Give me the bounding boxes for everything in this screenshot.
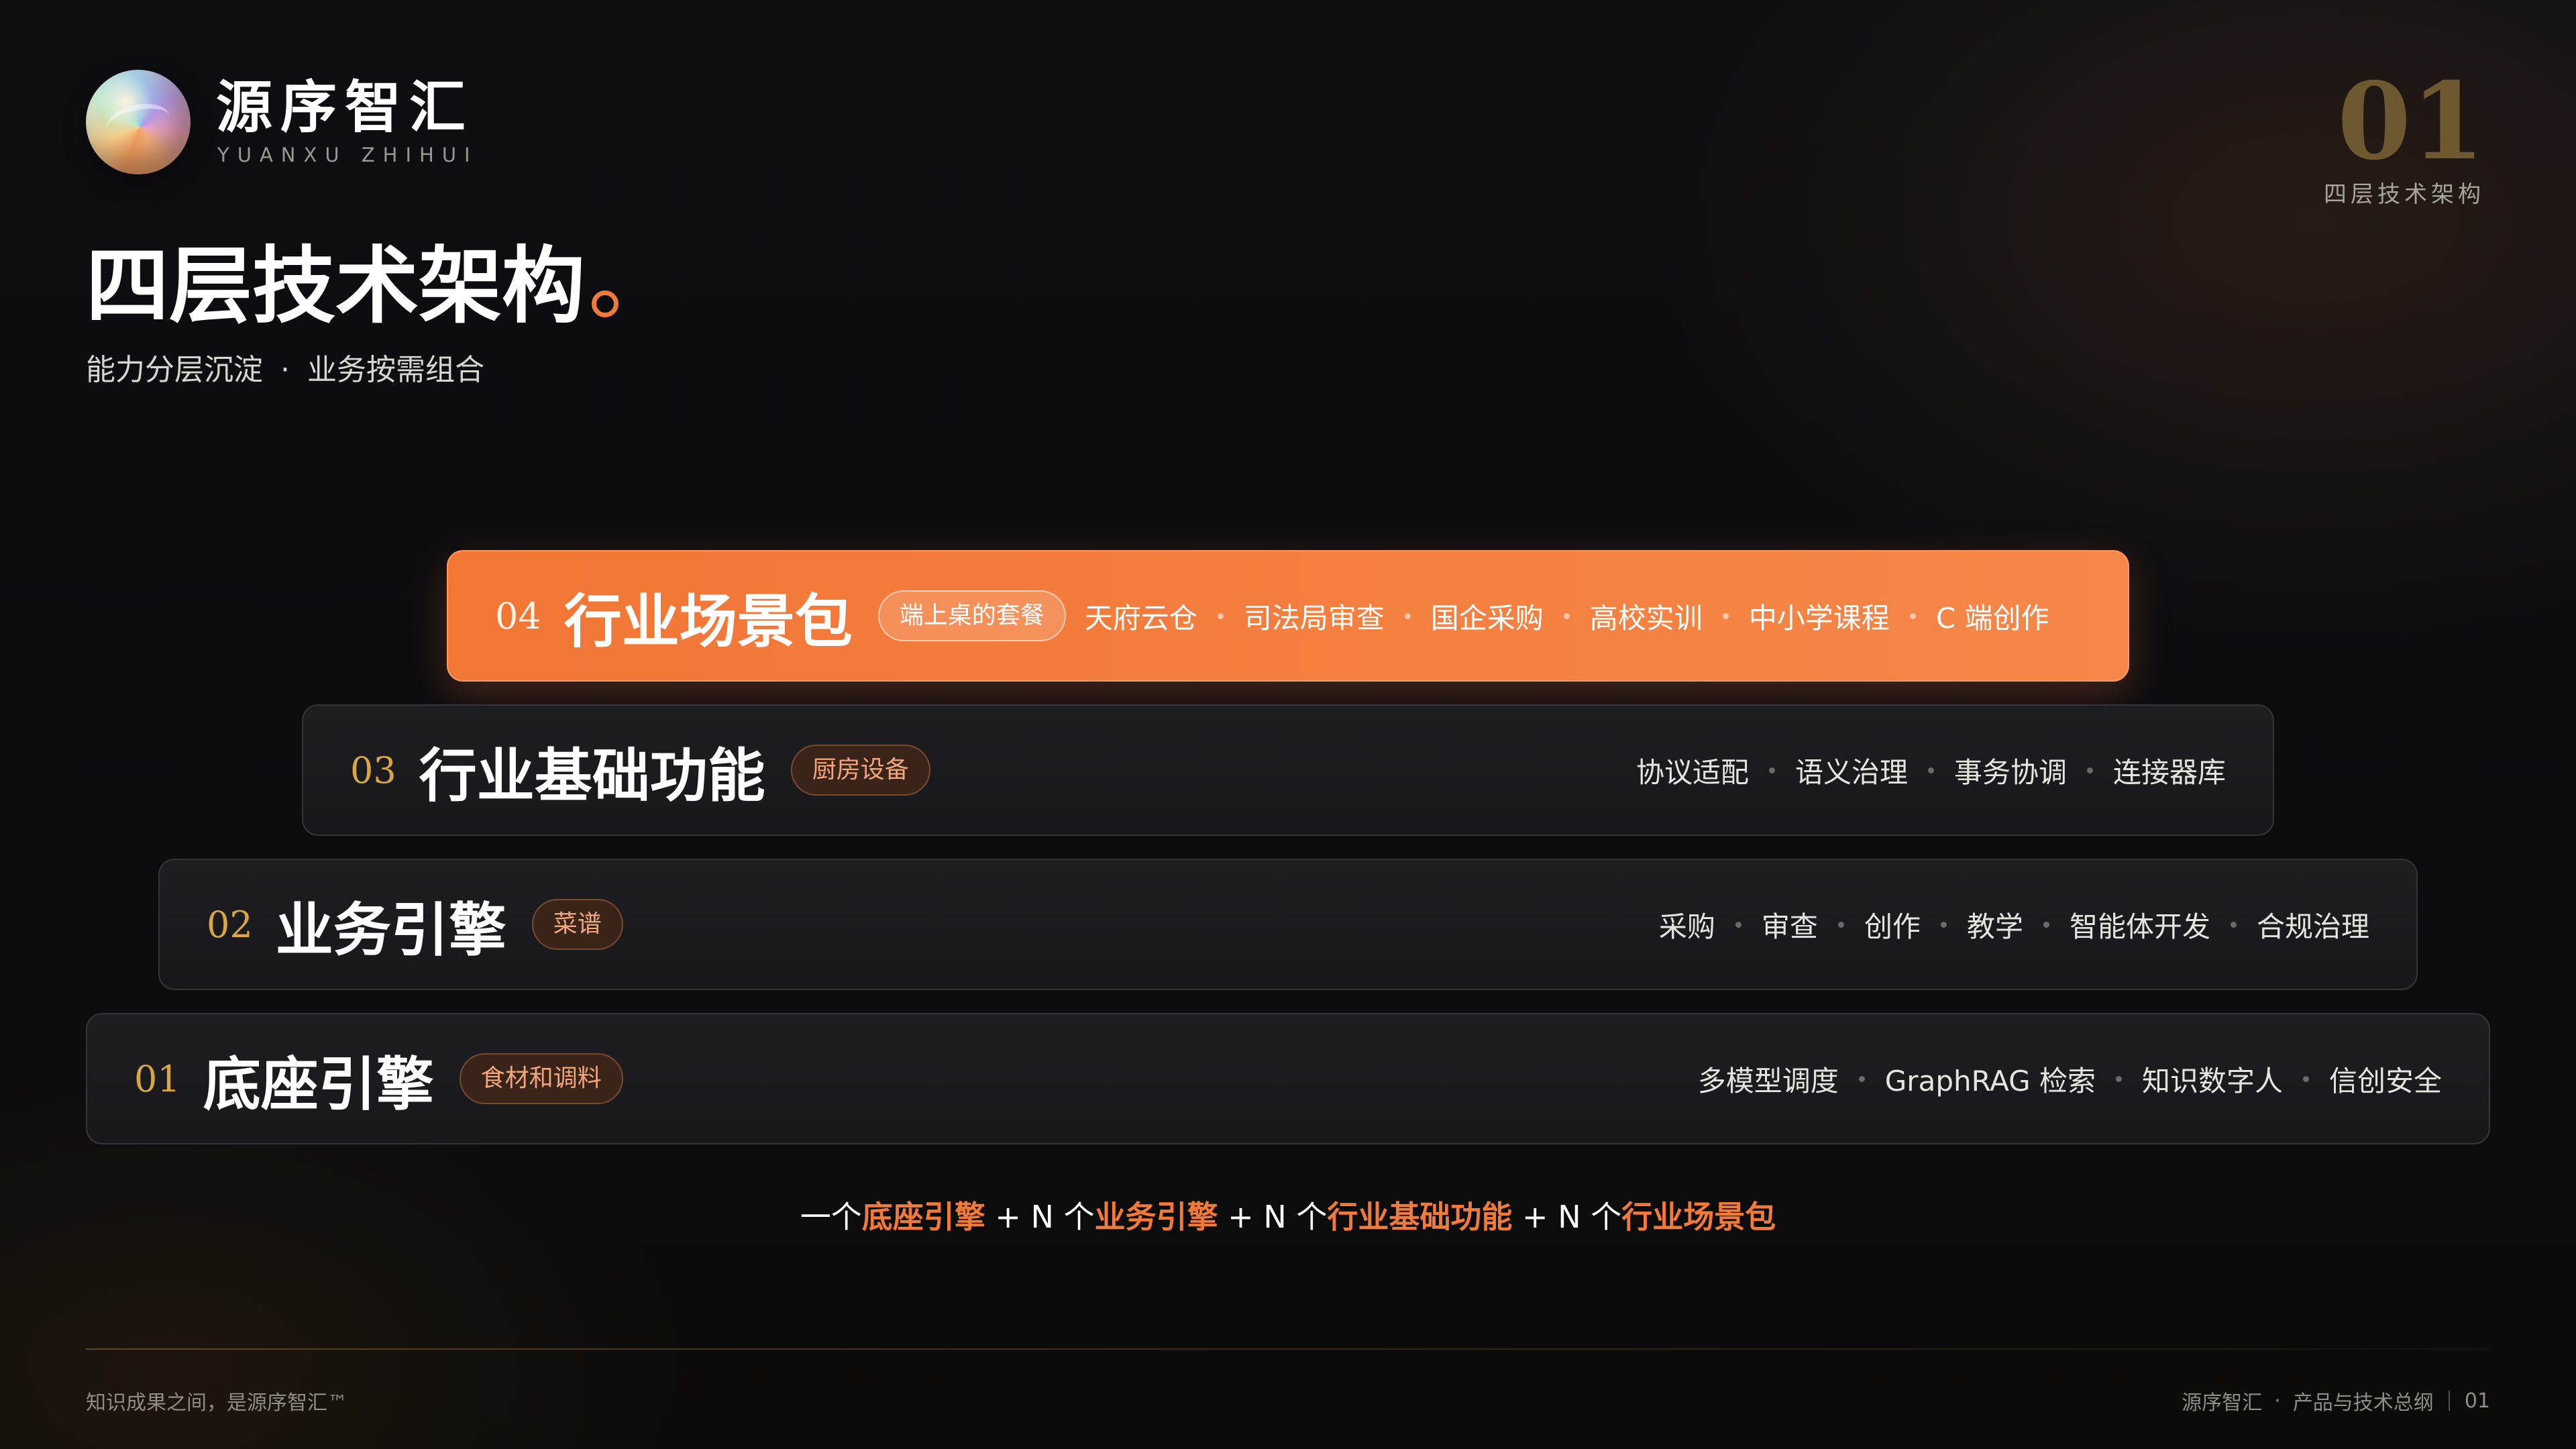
subtitle-separator: · (280, 353, 290, 387)
layer-04-scenario-pack: 04 行业场景包 端上桌的套餐 天府云仓 司法局审查 国企采购 高校实训 中小学… (447, 550, 2129, 682)
layer-tag: 菜谱 (531, 899, 623, 950)
layer-item: 高校实训 (1589, 601, 1703, 635)
subtitle-left: 能力分层沉淀 (86, 353, 263, 387)
layer-item: 教学 (1966, 910, 2023, 943)
subtitle-right: 业务按需组合 (307, 353, 484, 387)
layer-name: 行业基础功能 (419, 741, 765, 810)
formula-text: + N 个 (1218, 1199, 1328, 1235)
dot-separator-icon (1217, 612, 1224, 619)
layer-item: 信创安全 (2328, 1064, 2442, 1097)
layer-item: 中小学课程 (1748, 601, 1890, 635)
brand-name: 源序智汇 (216, 74, 474, 140)
page-section-label: 四层技术架构 (2324, 181, 2485, 208)
layer-tag: 厨房设备 (790, 745, 930, 796)
layer-item: 国企采购 (1430, 601, 1544, 635)
page-number: 01 (2337, 60, 2485, 184)
layer-item: 采购 (1658, 910, 1715, 943)
dot-separator-icon (1927, 767, 1934, 773)
layer-number: 04 (495, 594, 541, 637)
footer-brand: 源序智汇 (2182, 1391, 2263, 1415)
page-title-text: 四层技术架构 (86, 237, 586, 335)
formula-highlight: 行业场景包 (1621, 1199, 1776, 1235)
footer-doc-title: 产品与技术总纲 (2292, 1391, 2434, 1415)
dot-separator-icon (1909, 612, 1916, 619)
layer-item: 协议适配 (1635, 755, 1749, 789)
dot-separator-icon (1768, 767, 1775, 773)
formula-highlight: 底座引擎 (861, 1199, 985, 1235)
page-title: 四层技术架构 (86, 236, 619, 337)
layer-item: 智能体开发 (2069, 910, 2210, 943)
layer-item: 多模型调度 (1697, 1064, 1839, 1097)
layer-item: C 端创作 (1935, 601, 2049, 635)
dot-separator-icon (1858, 1075, 1865, 1082)
layer-03-industry-base: 03 行业基础功能 厨房设备 协议适配 语义治理 事务协调 连接器库 (302, 704, 2274, 836)
page-subtitle: 能力分层沉淀 · 业务按需组合 (86, 350, 484, 390)
layer-item: 司法局审查 (1243, 601, 1385, 635)
dot-separator-icon (1722, 612, 1729, 619)
formula-highlight: 业务引擎 (1094, 1199, 1218, 1235)
formula-text: + N 个 (985, 1199, 1095, 1235)
layer-item: 连接器库 (2112, 755, 2226, 789)
dot-separator-icon (2086, 767, 2093, 773)
layer-name: 业务引擎 (275, 896, 506, 964)
dot-separator-icon (1563, 612, 1570, 619)
layer-items: 采购 审查 创作 教学 智能体开发 合规治理 (1659, 904, 2369, 945)
layer-number: 01 (134, 1057, 180, 1100)
layer-number: 03 (350, 749, 396, 792)
title-dot-icon (592, 290, 619, 317)
layer-item: 事务协调 (1953, 755, 2067, 789)
layer-name: 底座引擎 (203, 1050, 434, 1118)
formula-text: 一个 (800, 1199, 862, 1235)
formula-text: + N 个 (1512, 1199, 1622, 1235)
layer-item: GraphRAG 检索 (1884, 1064, 2096, 1097)
layer-item: 天府云仓 (1084, 601, 1197, 635)
dot-separator-icon (1404, 612, 1411, 619)
dot-separator-icon (1940, 921, 1947, 928)
layer-tag: 端上桌的套餐 (877, 590, 1066, 641)
layer-01-foundation-engine: 01 底座引擎 食材和调料 多模型调度 GraphRAG 检索 知识数字人 信创… (86, 1013, 2490, 1144)
layer-items: 多模型调度 GraphRAG 检索 知识数字人 信创安全 (1698, 1059, 2442, 1099)
layer-items: 天府云仓 司法局审查 国企采购 高校实训 中小学课程 C 端创作 (1085, 596, 2049, 637)
footer-meta: 源序智汇 · 产品与技术总纲 01 (2182, 1386, 2490, 1415)
layer-02-business-engine: 02 业务引擎 菜谱 采购 审查 创作 教学 智能体开发 合规治理 (158, 859, 2418, 990)
dot-separator-icon (1735, 921, 1741, 928)
footer-divider (86, 1348, 2490, 1350)
layer-tag: 食材和调料 (459, 1053, 623, 1104)
layer-items: 协议适配 语义治理 事务协调 连接器库 (1636, 750, 2226, 791)
layer-item: 语义治理 (1794, 755, 1908, 789)
brand-name-en: YUANXU ZHIHUI (217, 144, 478, 166)
dot-separator-icon (2302, 1075, 2309, 1082)
brand-logo-icon (86, 70, 191, 174)
layer-item: 知识数字人 (2141, 1064, 2283, 1097)
dot-separator-icon (2115, 1075, 2122, 1082)
architecture-formula: 一个底座引擎 + N 个业务引擎 + N 个行业基础功能 + N 个行业场景包 (0, 1195, 2576, 1238)
layer-name: 行业场景包 (564, 587, 853, 655)
layer-item: 合规治理 (2256, 910, 2369, 943)
footer-separator: · (2274, 1389, 2281, 1413)
formula-highlight: 行业基础功能 (1327, 1199, 1513, 1235)
layer-item: 创作 (1864, 910, 1921, 943)
layer-number: 02 (207, 903, 253, 946)
dot-separator-icon (2043, 921, 2049, 928)
dot-separator-icon (1837, 921, 1844, 928)
footer-bar-divider (2448, 1391, 2450, 1411)
layer-item: 审查 (1761, 910, 1818, 943)
footer-page-number: 01 (2464, 1389, 2490, 1413)
footer-slogan: 知识成果之间，是源序智汇™ (86, 1391, 347, 1415)
dot-separator-icon (2230, 921, 2237, 928)
